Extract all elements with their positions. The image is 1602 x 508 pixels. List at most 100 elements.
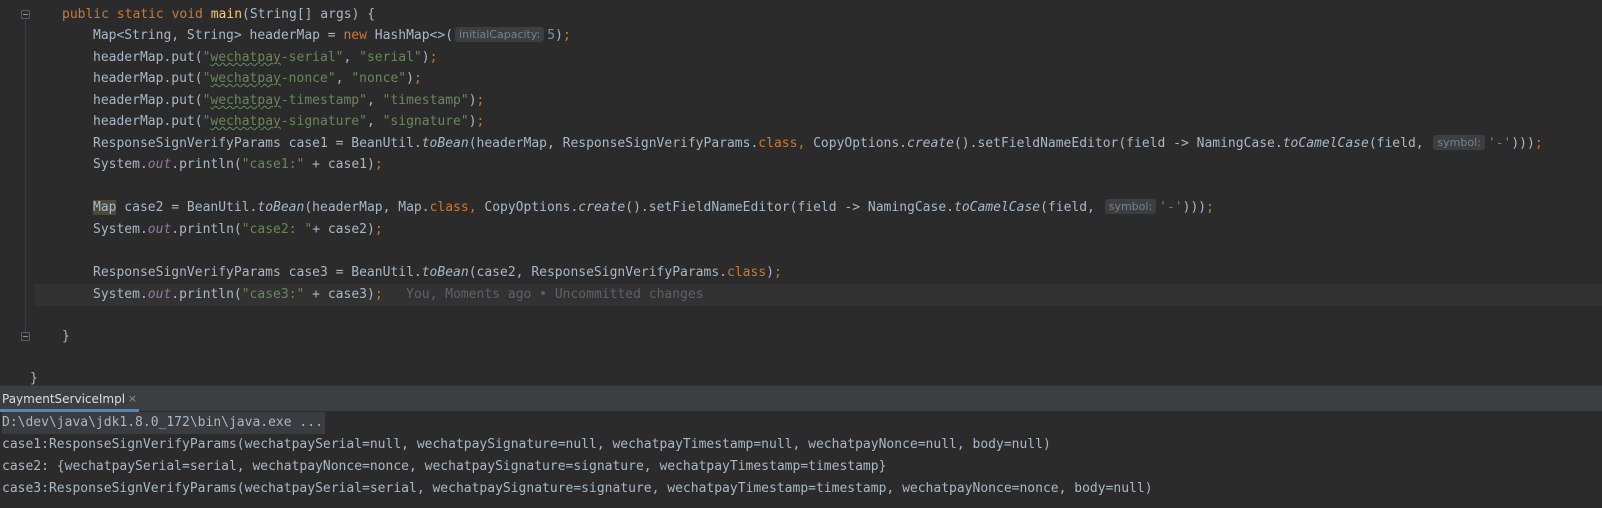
code-token: .println(	[171, 222, 242, 237]
console-line-case3: case3:ResponseSignVerifyParams(wechatpay…	[2, 481, 1153, 496]
code-text: headerMap.put("wechatpay-nonce", "nonce"…	[93, 68, 422, 90]
code-token: )	[555, 28, 563, 43]
string-literal: "serial"	[359, 50, 422, 65]
code-text: Map case2 = BeanUtil.toBean(headerMap, M…	[93, 197, 1214, 219]
code-token: case2 = BeanUtil.	[116, 200, 258, 215]
code-line[interactable]: ResponseSignVerifyParams case1 = BeanUti…	[34, 133, 1602, 155]
string-literal: -signature"	[280, 114, 367, 129]
code-token: toBean	[257, 200, 305, 215]
code-line[interactable]: Map case2 = BeanUtil.toBean(headerMap, M…	[34, 197, 1602, 219]
code-text: System.out.println("case1:" + case1);	[93, 154, 383, 176]
string-literal: "case1:"	[241, 157, 305, 172]
fold-guide	[25, 20, 26, 332]
code-line[interactable]	[34, 306, 1602, 328]
code-text: headerMap.put("wechatpay-timestamp", "ti…	[93, 90, 484, 112]
tab-payment-service-impl[interactable]: PaymentServiceImpl ×	[0, 386, 140, 412]
code-token: ,	[366, 114, 383, 129]
code-token: toCamelCase	[954, 200, 1041, 215]
code-token: )	[406, 71, 414, 86]
keyword-token: class	[726, 265, 767, 280]
code-token: headerMap.put(	[93, 71, 203, 86]
code-line[interactable]: headerMap.put("wechatpay-nonce", "nonce"…	[34, 68, 1602, 90]
parameter-hint: initialCapacity:	[455, 27, 545, 42]
keyword-token: ;	[374, 157, 383, 172]
string-literal: -serial"	[280, 50, 344, 65]
string-literal: "timestamp"	[382, 93, 469, 108]
code-token: )))	[1182, 200, 1207, 215]
close-icon[interactable]: ×	[128, 386, 137, 412]
fold-marker-icon[interactable]	[21, 332, 30, 341]
code-token: + case3)	[304, 287, 375, 302]
code-token: headerMap.put(	[93, 114, 203, 129]
keyword-token: ;	[374, 222, 383, 237]
code-token: .println(	[171, 287, 242, 302]
editor-gutter	[0, 0, 34, 393]
string-literal: wechatpay	[210, 50, 281, 65]
string-literal: wechatpay	[210, 93, 281, 108]
code-text: headerMap.put("wechatpay-serial", "seria…	[93, 47, 437, 69]
code-text: headerMap.put("wechatpay-signature", "si…	[93, 111, 484, 133]
code-token: + case1)	[304, 157, 375, 172]
code-token: ().setFieldNameEditor(field -> NamingCas…	[953, 136, 1283, 151]
keyword-token: ;	[374, 287, 383, 302]
code-token: CopyOptions.	[813, 136, 908, 151]
code-line[interactable]: System.out.println("case2: "+ case2);	[34, 219, 1602, 241]
console-line-case1: case1:ResponseSignVerifyParams(wechatpay…	[2, 437, 1051, 452]
code-token: ().setFieldNameEditor(field -> NamingCas…	[625, 200, 954, 215]
code-token: toBean	[421, 265, 469, 280]
console-command-line[interactable]: D:\dev\java\jdk1.8.0_172\bin\java.exe ..…	[2, 412, 325, 434]
keyword-token: public static void	[62, 7, 211, 22]
code-token: (field,	[1040, 200, 1103, 215]
code-line[interactable]: System.out.println("case3:" + case3); Yo…	[34, 284, 1602, 306]
code-token: System.	[93, 287, 148, 302]
code-line[interactable]	[34, 176, 1602, 198]
code-token: create	[578, 200, 626, 215]
code-line[interactable]: headerMap.put("wechatpay-timestamp", "ti…	[34, 90, 1602, 112]
code-line[interactable]: headerMap.put("wechatpay-signature", "si…	[34, 111, 1602, 133]
code-token: (field,	[1368, 136, 1432, 151]
parameter-hint: symbol:	[1433, 135, 1485, 150]
code-token: create	[907, 136, 954, 151]
run-tab-bar: PaymentServiceImpl ×	[0, 385, 1602, 412]
code-line[interactable]: }	[34, 326, 1602, 348]
code-token: (String[] args) {	[242, 7, 376, 22]
fold-marker-icon[interactable]	[21, 10, 30, 19]
keyword-token: ;	[1206, 200, 1214, 215]
git-blame-annotation: You, Moments ago • Uncommitted changes	[382, 287, 704, 302]
string-literal: "nonce"	[351, 71, 407, 86]
code-token: out	[147, 157, 172, 172]
code-line[interactable]: public static void main(String[] args) {	[34, 4, 1602, 26]
code-token: Map<String, String> headerMap =	[93, 28, 344, 43]
code-line[interactable]: Map<String, String> headerMap = new Hash…	[34, 25, 1602, 47]
keyword-token: ;	[1534, 136, 1543, 151]
code-line[interactable]: headerMap.put("wechatpay-serial", "seria…	[34, 47, 1602, 69]
keyword-token: ;	[429, 50, 438, 65]
string-literal: '-'	[1159, 200, 1183, 215]
keyword-token: new	[343, 28, 375, 43]
code-token: ResponseSignVerifyParams case1 = BeanUti…	[93, 136, 422, 151]
number-literal: 5	[547, 28, 556, 43]
keyword-token: ;	[562, 28, 571, 43]
string-literal: '-'	[1487, 136, 1512, 151]
code-text: System.out.println("case3:" + case3); Yo…	[93, 284, 704, 306]
code-token: ,	[335, 71, 352, 86]
code-line[interactable]: System.out.println("case1:" + case1);	[34, 154, 1602, 176]
code-token: )	[468, 114, 477, 129]
code-token: (headerMap, ResponseSignVerifyParams.	[468, 136, 759, 151]
code-token: ResponseSignVerifyParams case3 = BeanUti…	[93, 265, 422, 280]
code-token: toCamelCase	[1282, 136, 1369, 151]
code-text: Map<String, String> headerMap = new Hash…	[93, 25, 571, 47]
console-line-case2: case2: {wechatpaySerial=serial, wechatpa…	[2, 459, 887, 474]
code-text: System.out.println("case2: "+ case2);	[93, 219, 383, 241]
code-token: CopyOptions.	[484, 200, 579, 215]
code-text: }	[62, 326, 70, 348]
code-token: (headerMap, Map.	[304, 200, 430, 215]
code-token: headerMap.put(	[93, 93, 203, 108]
run-tool-window: PaymentServiceImpl × D:\dev\java\jdk1.8.…	[0, 385, 1602, 508]
code-line[interactable]	[34, 241, 1602, 263]
string-literal: "signature"	[382, 114, 469, 129]
code-line[interactable]: ResponseSignVerifyParams case3 = BeanUti…	[34, 262, 1602, 284]
string-literal: wechatpay	[210, 71, 281, 86]
code-editor[interactable]: public static void main(String[] args) {…	[0, 0, 1602, 393]
code-token: (case2, ResponseSignVerifyParams.	[468, 265, 727, 280]
